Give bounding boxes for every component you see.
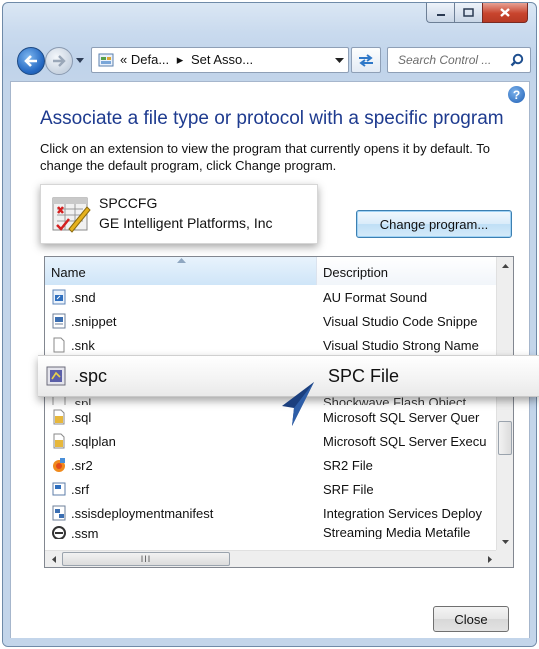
spccfg-app-icon — [52, 197, 91, 233]
breadcrumb-overflow[interactable]: « — [120, 52, 127, 67]
arrow-right-small-icon — [487, 555, 492, 563]
list-item-description: SR2 File — [323, 457, 373, 473]
pointer-arrow-icon — [282, 382, 314, 426]
list-item-description: AU Format Sound — [323, 289, 428, 305]
breadcrumb-default-programs[interactable]: Defa... — [131, 52, 169, 67]
close-window-button[interactable] — [482, 3, 528, 23]
current-program-panel: SPCCFG GE Intelligent Platforms, Inc — [40, 184, 318, 244]
list-item-name: .ssisdeploymentmanifest — [71, 505, 214, 521]
change-program-button[interactable]: Change program... — [356, 210, 512, 238]
window: « Defa... ▸ Set Asso... ? Associate a fi… — [2, 2, 537, 647]
scroll-down-button[interactable] — [497, 533, 513, 550]
close-icon — [500, 8, 510, 17]
search-box[interactable] — [387, 47, 531, 73]
list-item[interactable]: .ssisdeploymentmanifest Integration Serv… — [45, 501, 498, 525]
sort-ascending-icon — [177, 258, 186, 263]
list-item[interactable]: .snd AU Format Sound — [45, 285, 498, 309]
recent-pages-dropdown-icon[interactable] — [75, 57, 85, 65]
sound-file-icon — [52, 289, 66, 305]
list-item-description: SRF File — [323, 481, 374, 497]
list-item-description: Integration Services Deploy — [323, 505, 482, 521]
column-header-name[interactable]: Name — [45, 257, 317, 285]
minimize-button[interactable] — [426, 3, 454, 23]
program-name: SPCCFG — [99, 195, 158, 211]
callout-description: SPC File — [328, 366, 400, 386]
page-description: Click on an extension to view the progra… — [40, 141, 490, 173]
scroll-up-button[interactable] — [497, 257, 513, 274]
scroll-left-button[interactable] — [45, 551, 62, 567]
list-item[interactable]: .ssm Streaming Media Metafile — [45, 525, 498, 539]
arrow-up-icon — [501, 263, 509, 268]
column-header-description[interactable]: Description — [317, 257, 498, 285]
file-type-list[interactable]: Name Description .snd AU Format Sound .s… — [44, 256, 514, 568]
program-publisher: GE Intelligent Platforms, Inc — [99, 215, 273, 231]
blank-file-icon — [53, 337, 65, 353]
vertical-scrollbar[interactable] — [496, 257, 513, 550]
list-item-description: Streaming Media Metafile — [323, 525, 471, 539]
close-button[interactable]: Close — [433, 606, 509, 632]
list-item[interactable]: .sr2 SR2 File — [45, 453, 498, 477]
arrow-right-icon — [53, 55, 66, 67]
arrow-left-icon — [24, 55, 37, 67]
snippet-file-icon — [52, 313, 66, 329]
list-item[interactable]: .srf SRF File — [45, 477, 498, 501]
list-item-name: .snk — [71, 337, 95, 353]
list-item-description: Visual Studio Strong Name — [323, 337, 479, 353]
list-item-name: .snippet — [71, 313, 117, 329]
refresh-icon — [359, 54, 373, 67]
back-button[interactable] — [17, 47, 45, 75]
list-rows: .snd AU Format Sound .snippet Visual Stu… — [45, 285, 498, 539]
arrow-left-small-icon — [51, 555, 56, 563]
horizontal-scroll-thumb[interactable]: III — [62, 552, 230, 566]
column-header-name-label: Name — [51, 265, 86, 280]
ssis-file-icon — [52, 505, 66, 521]
list-item-name: .sql — [71, 409, 92, 425]
address-bar[interactable]: « Defa... ▸ Set Asso... — [91, 47, 349, 73]
list-item-name: .ssm — [71, 525, 99, 540]
srf-file-icon — [52, 482, 66, 496]
arrow-down-icon — [501, 539, 509, 544]
vertical-scroll-thumb[interactable] — [498, 421, 512, 455]
refresh-button[interactable] — [351, 47, 381, 73]
window-controls — [426, 3, 528, 23]
maximize-icon — [463, 8, 474, 17]
sqlplan-file-icon — [53, 433, 65, 449]
list-item-name: .sqlplan — [71, 433, 116, 449]
page-title: Associate a file type or protocol with a… — [40, 108, 504, 129]
search-input[interactable] — [398, 53, 516, 67]
column-header-description-label: Description — [323, 265, 389, 280]
list-item[interactable]: .sqlplan Microsoft SQL Server Execu — [45, 429, 498, 453]
help-icon[interactable]: ? — [508, 86, 525, 103]
forward-button[interactable] — [45, 47, 73, 75]
list-item-description: Visual Studio Code Snippe — [323, 313, 478, 329]
chevron-down-icon[interactable] — [335, 58, 344, 64]
search-icon[interactable] — [510, 53, 524, 67]
list-item-description: Microsoft SQL Server Execu — [323, 433, 487, 449]
sr2-file-icon — [53, 458, 65, 472]
breadcrumb-separator-icon[interactable]: ▸ — [177, 52, 184, 67]
list-item-name: .sr2 — [71, 457, 93, 473]
list-item[interactable]: .sql Microsoft SQL Server Quer — [45, 405, 498, 429]
list-item[interactable]: .snippet Visual Studio Code Snippe — [45, 309, 498, 333]
list-item-name: .srf — [71, 481, 90, 497]
breadcrumb-set-associations[interactable]: Set Asso... — [191, 52, 253, 67]
list-header: Name Description — [45, 257, 498, 285]
control-panel-icon — [98, 53, 114, 67]
window-bottom-frame — [3, 638, 536, 646]
minimize-icon — [436, 13, 445, 16]
sql-file-icon — [53, 409, 65, 425]
list-item-name: .snd — [71, 289, 96, 305]
streaming-file-icon — [52, 526, 66, 539]
horizontal-scrollbar[interactable]: III — [45, 550, 498, 567]
maximize-button[interactable] — [454, 3, 482, 23]
spc-file-icon — [46, 366, 66, 386]
scrollbar-corner — [496, 550, 513, 567]
list-item-description: Microsoft SQL Server Quer — [323, 409, 480, 425]
callout-extension: .spc — [74, 366, 108, 386]
list-item[interactable]: .snk Visual Studio Strong Name — [45, 333, 498, 357]
